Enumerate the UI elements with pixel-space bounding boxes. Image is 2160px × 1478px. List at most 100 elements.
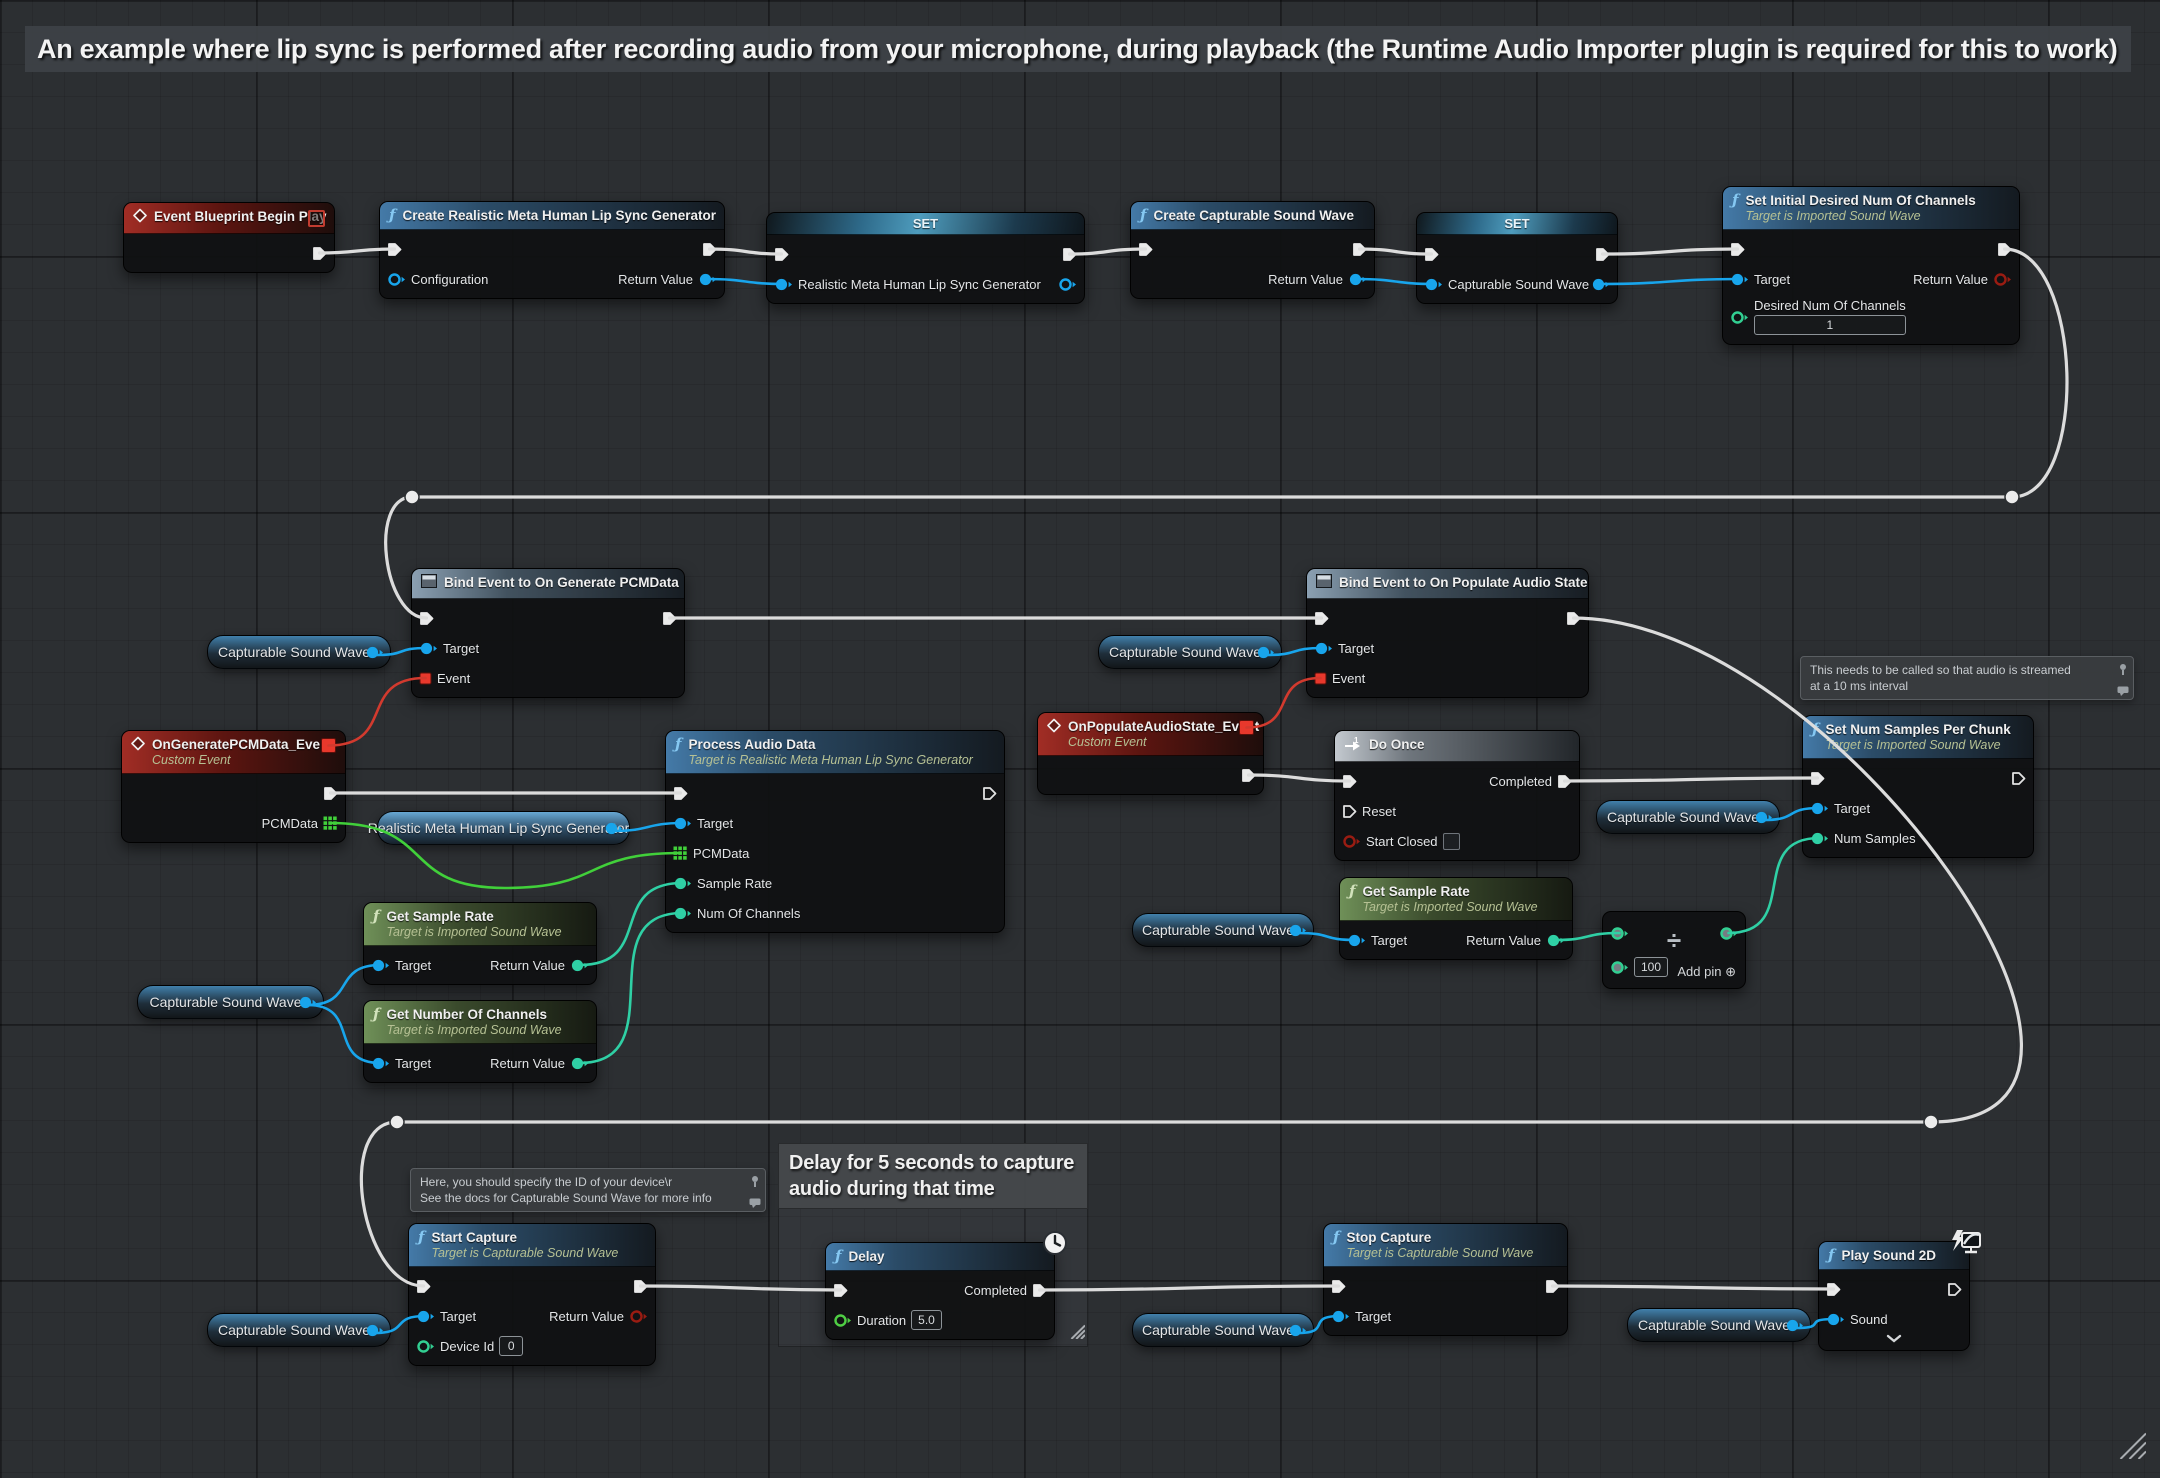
pin-set_capturable-exec_out[interactable] (1595, 239, 1610, 269)
pin-set_num_samples-exec_out[interactable] (2011, 763, 2026, 793)
pin-stop_capture-exec_in[interactable] (1331, 1271, 1346, 1301)
node-begin_play[interactable]: Event Blueprint Begin Play (123, 202, 335, 273)
pin-bind_pop-event[interactable]: Event (1314, 663, 1365, 693)
pin-do_once-completed[interactable]: Completed (1489, 766, 1572, 796)
obj-pin-icon[interactable] (1256, 645, 1275, 665)
pin-process_audio-target[interactable]: Target (673, 808, 733, 838)
node-process_audio[interactable]: ƒProcess Audio DataTarget is Realistic M… (665, 730, 1005, 933)
node-start_capture[interactable]: ƒStart CaptureTarget is Capturable Sound… (408, 1223, 656, 1366)
pin-divide-in1[interactable] (1610, 918, 1629, 948)
pin-set_num_samples-target[interactable]: Target (1810, 793, 1870, 823)
reroute-node-dot[interactable] (390, 1115, 404, 1129)
pin-start_capture-target[interactable]: Target (416, 1301, 476, 1331)
reroute-node-dot[interactable] (1924, 1115, 1938, 1129)
pin-divide-out[interactable] (1719, 918, 1738, 948)
pin-gsr2-return[interactable]: Return Value (1466, 925, 1565, 955)
pin-on_generate-pcmdata[interactable]: PCMData (262, 808, 338, 838)
value-box-divide-in2[interactable]: 100 (1634, 957, 1668, 977)
pin-create_capturable-return[interactable]: Return Value (1268, 264, 1367, 294)
node-set_num_samples[interactable]: ƒSet Num Samples Per ChunkTarget is Impo… (1802, 715, 2034, 858)
pin-create_realistic-exec_out[interactable] (702, 234, 717, 264)
variable-pill-cswgsr[interactable]: Capturable Sound Wave (137, 985, 324, 1019)
variable-pill-cswstart[interactable]: Capturable Sound Wave (207, 1313, 391, 1347)
pin-do_once-reset[interactable]: Reset (1342, 796, 1396, 826)
pin-gnoc-return[interactable]: Return Value (490, 1048, 589, 1078)
blueprint-graph-canvas[interactable]: An example where lip sync is performed a… (0, 0, 2160, 1478)
obj-pin-icon[interactable] (1288, 923, 1307, 943)
node-stop_capture[interactable]: ƒStop CaptureTarget is Capturable Sound … (1323, 1223, 1568, 1336)
pin-set_lipsync-var_out[interactable] (1058, 269, 1077, 299)
pin-stop_capture-exec_out[interactable] (1545, 1271, 1560, 1301)
speech-bubble-icon[interactable] (2117, 683, 2129, 701)
wire-exec-doonce-sns[interactable] (1565, 778, 1818, 781)
pin-stop_capture-target[interactable]: Target (1331, 1301, 1391, 1331)
wire-exec-stop-play[interactable] (1553, 1286, 1834, 1289)
pin-process_audio-samplerate[interactable]: Sample Rate (673, 868, 772, 898)
pin-start_capture-return[interactable]: Return Value (549, 1301, 648, 1331)
pin-set_capturable-var_in[interactable]: Capturable Sound Wave (1424, 269, 1589, 299)
comment-bubble-device-id-note[interactable]: Here, you should specify the ID of your … (410, 1168, 766, 1212)
pin-set_capturable-var_out[interactable] (1591, 269, 1610, 299)
node-set_lipsync[interactable]: SETRealistic Meta Human Lip Sync Generat… (766, 212, 1085, 304)
pin-comment-icon[interactable] (2117, 662, 2129, 680)
pin-set_initial-return[interactable]: Return Value (1913, 264, 2012, 294)
node-gsr2[interactable]: ƒGet Sample RateTarget is Imported Sound… (1339, 877, 1573, 960)
pin-play_sound-sound[interactable]: Sound (1826, 1304, 1888, 1334)
pin-set_num_samples-exec_in[interactable] (1810, 763, 1825, 793)
pin-set_lipsync-var_in[interactable]: Realistic Meta Human Lip Sync Generator (774, 269, 1041, 299)
variable-pill-cswstop[interactable]: Capturable Sound Wave (1132, 1313, 1314, 1347)
pin-gsr1-target[interactable]: Target (371, 950, 431, 980)
variable-pill-csw3[interactable]: Capturable Sound Wave (1596, 800, 1780, 834)
pin-create_realistic-configuration[interactable]: Configuration (387, 264, 488, 294)
node-create_capturable[interactable]: ƒCreate Capturable Sound WaveReturn Valu… (1130, 201, 1375, 299)
node-delay[interactable]: ƒDelayCompletedDuration5.0 (825, 1242, 1055, 1340)
node-do_once[interactable]: 1Do OnceCompletedResetStart Closed (1334, 730, 1580, 861)
obj-pin-icon[interactable] (1288, 1323, 1307, 1343)
node-on_generate[interactable]: OnGeneratePCMData_EventCustom EventPCMDa… (121, 730, 346, 843)
checkbox-do_once-startclosed[interactable] (1443, 833, 1460, 850)
node-gsr1[interactable]: ƒGet Sample RateTarget is Imported Sound… (363, 902, 597, 985)
node-gnoc[interactable]: ƒGet Number Of ChannelsTarget is Importe… (363, 1000, 597, 1083)
pin-play_sound-exec_out[interactable] (1947, 1274, 1962, 1304)
pin-set_initial-desired[interactable]: Desired Num Of Channels1 (1730, 294, 1906, 340)
pin-gsr1-return[interactable]: Return Value (490, 950, 589, 980)
pin-set_num_samples-numsamples[interactable]: Num Samples (1810, 823, 1916, 853)
pin-bind_pcm-exec_out[interactable] (662, 603, 677, 633)
delegate-pin-on_populate[interactable] (1239, 720, 1254, 735)
node-set_initial[interactable]: ƒSet Initial Desired Num Of ChannelsTarg… (1722, 186, 2020, 345)
pin-do_once-startclosed[interactable]: Start Closed (1342, 826, 1460, 856)
comment-bubble-audio-stream-note[interactable]: This needs to be called so that audio is… (1800, 656, 2134, 700)
pin-start_capture-exec_out[interactable] (633, 1271, 648, 1301)
pin-set_capturable-exec_in[interactable] (1424, 239, 1439, 269)
obj-pin-icon[interactable] (1754, 810, 1773, 830)
graph-banner-comment[interactable]: An example where lip sync is performed a… (25, 26, 2131, 72)
value-box-set_initial-desired[interactable]: 1 (1754, 315, 1906, 335)
obj-pin-icon[interactable] (365, 645, 384, 665)
pin-bind_pop-exec_out[interactable] (1566, 603, 1581, 633)
obj-pin-icon[interactable] (604, 821, 623, 841)
pin-divide-in2[interactable]: 100 (1610, 952, 1668, 982)
pin-comment-icon[interactable] (749, 1174, 761, 1192)
pin-create_realistic-exec_in[interactable] (387, 234, 402, 264)
pin-play_sound-exec_in[interactable] (1826, 1274, 1841, 1304)
pin-do_once-exec_in[interactable] (1342, 766, 1357, 796)
variable-pill-csw4[interactable]: Capturable Sound Wave (1132, 913, 1314, 947)
pin-bind_pcm-exec_in[interactable] (419, 603, 434, 633)
pin-on_populate-exec_out[interactable] (1241, 760, 1256, 790)
pin-bind_pcm-event[interactable]: Event (419, 663, 470, 693)
pin-bind_pop-exec_in[interactable] (1314, 603, 1329, 633)
node-play_sound[interactable]: ƒPlay Sound 2DSound (1818, 1241, 1970, 1351)
value-box-delay-duration[interactable]: 5.0 (911, 1310, 942, 1330)
pin-gnoc-target[interactable]: Target (371, 1048, 431, 1078)
pin-start_capture-deviceid[interactable]: Device Id0 (416, 1331, 523, 1361)
pin-process_audio-numchannels[interactable]: Num Of Channels (673, 898, 800, 928)
pin-process_audio-exec_out[interactable] (982, 778, 997, 808)
pin-delay-duration[interactable]: Duration5.0 (833, 1305, 942, 1335)
speech-bubble-icon[interactable] (749, 1195, 761, 1213)
comment-resize-grip[interactable] (1069, 1323, 1085, 1344)
expand-advanced-chevron-icon[interactable] (1886, 1330, 1902, 1348)
variable-pill-csw1[interactable]: Capturable Sound Wave (207, 635, 391, 669)
pin-process_audio-pcmdata[interactable]: PCMData (673, 838, 749, 868)
pin-gsr2-target[interactable]: Target (1347, 925, 1407, 955)
obj-pin-icon[interactable] (365, 1323, 384, 1343)
